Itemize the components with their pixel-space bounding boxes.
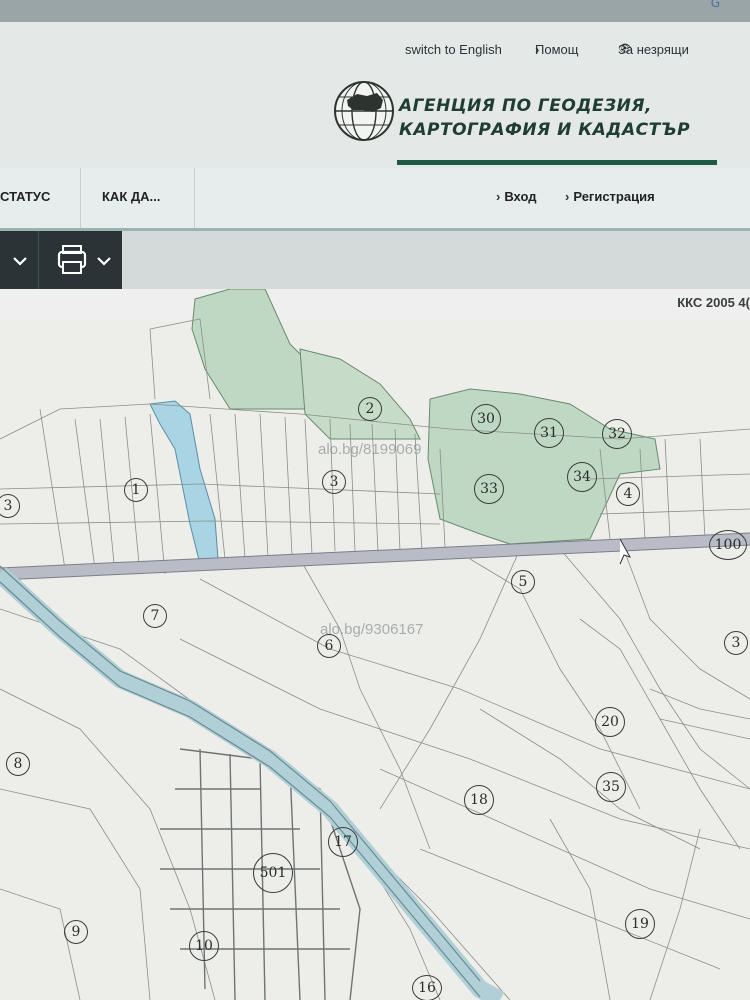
globe-logo-icon bbox=[334, 81, 394, 141]
toolbar-buttons bbox=[0, 231, 122, 289]
parcel-label[interactable]: 5 bbox=[511, 570, 535, 594]
parcel-label[interactable]: 17 bbox=[328, 827, 358, 857]
parcel-label[interactable]: 7 bbox=[143, 604, 167, 628]
crs-label: ККС 2005 4( bbox=[677, 295, 750, 310]
print-button[interactable] bbox=[46, 231, 122, 289]
parcel-label[interactable]: 4 bbox=[616, 482, 640, 506]
login-link[interactable]: › Вход bbox=[496, 168, 537, 226]
chevron-down-icon bbox=[13, 257, 27, 266]
parcel-label[interactable]: 16 bbox=[412, 975, 442, 1000]
accessibility-label: За незрящи bbox=[618, 42, 689, 57]
parcel-label[interactable]: 31 bbox=[534, 418, 564, 448]
parcel-label[interactable]: 20 bbox=[595, 707, 625, 737]
parcel-label[interactable]: 34 bbox=[567, 462, 597, 492]
help-label: Помощ bbox=[535, 42, 579, 57]
parcel-label[interactable]: 10 bbox=[189, 931, 219, 961]
parcel-label[interactable]: 100 bbox=[709, 530, 747, 560]
site-header: switch to English › Помощ 👁 За незрящи АГЕ… bbox=[0, 22, 750, 170]
parcel-label[interactable]: 35 bbox=[596, 772, 626, 802]
register-link[interactable]: › Регистрация bbox=[565, 168, 655, 226]
nav-divider bbox=[80, 168, 81, 228]
chevron-right-icon: › bbox=[565, 189, 570, 204]
register-label: Регистрация bbox=[573, 189, 655, 204]
parcel-label[interactable]: 3 bbox=[724, 631, 748, 655]
chevron-right-icon: › bbox=[496, 189, 501, 204]
parcel-label[interactable]: 1 bbox=[124, 478, 148, 502]
nav-item-how-to[interactable]: КАК ДА... bbox=[102, 168, 160, 228]
agency-logo[interactable]: АГЕНЦИЯ ПО ГЕОДЕЗИЯ, КАРТОГРАФИЯ И КАДАС… bbox=[333, 80, 733, 172]
parcel-label[interactable]: 32 bbox=[602, 419, 632, 449]
watermark: alo.bg/8199069 bbox=[318, 441, 422, 458]
map-toolbar bbox=[0, 231, 750, 289]
login-label: Вход bbox=[504, 189, 537, 204]
parcel-label[interactable]: 2 bbox=[358, 397, 382, 421]
parcel-label[interactable]: 19 bbox=[625, 909, 655, 939]
google-icon: G bbox=[710, 0, 720, 10]
parcel-label[interactable]: 33 bbox=[474, 474, 504, 504]
agency-name-line1: АГЕНЦИЯ ПО ГЕОДЕЗИЯ, bbox=[399, 96, 652, 116]
layers-dropdown-button[interactable] bbox=[0, 231, 38, 289]
agency-name: АГЕНЦИЯ ПО ГЕОДЕЗИЯ, КАРТОГРАФИЯ И КАДАС… bbox=[399, 94, 690, 142]
parcel-label[interactable]: 3 bbox=[322, 470, 346, 494]
switch-language-link[interactable]: switch to English bbox=[405, 42, 502, 57]
logo-underline bbox=[397, 160, 717, 165]
parcel-label[interactable]: 8 bbox=[6, 752, 30, 776]
main-navigation: СТАТУС КАК ДА... › Вход › Регистрация bbox=[0, 168, 750, 231]
toolbar-divider bbox=[38, 231, 39, 289]
nav-item-status[interactable]: СТАТУС bbox=[0, 168, 50, 228]
browser-top-strip: G bbox=[0, 0, 750, 22]
map-canvas bbox=[0, 289, 750, 1000]
nav-divider bbox=[194, 168, 195, 228]
cadastral-map[interactable]: ККС 2005 4( alo.bg/8199069 alo.bg/930616… bbox=[0, 289, 750, 1000]
parcel-label[interactable]: 9 bbox=[64, 920, 88, 944]
parcel-label[interactable]: 30 bbox=[471, 404, 501, 434]
parcel-label[interactable]: 18 bbox=[464, 785, 494, 815]
parcel-label[interactable]: 6 bbox=[317, 634, 341, 658]
parcel-label[interactable]: 501 bbox=[253, 853, 293, 893]
printer-icon bbox=[57, 245, 111, 274]
agency-name-line2: КАРТОГРАФИЯ И КАДАСТЪР bbox=[399, 120, 691, 140]
